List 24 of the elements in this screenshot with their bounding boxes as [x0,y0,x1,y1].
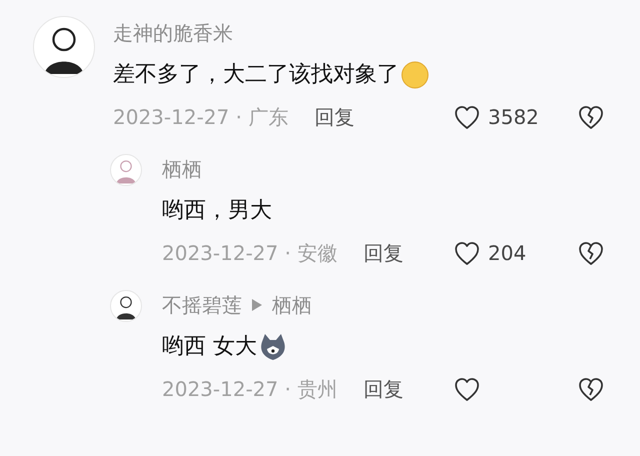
like-count: 3582 [488,107,539,127]
comment-text: 哟西，男大 [162,200,272,222]
avatar[interactable] [110,290,142,322]
comment-text: 哟西 女大 [162,336,257,358]
like-count: 204 [488,243,526,263]
reply-button[interactable]: 回复 [314,107,354,127]
user-name[interactable]: 走神的脆香米 [113,23,233,43]
comment-text: 差不多了，大二了该找对象了 [113,64,399,86]
heart-icon[interactable] [454,376,480,402]
reply-button[interactable]: 回复 [363,379,404,399]
broken-heart-icon[interactable] [578,376,604,402]
comment-meta: 2023-12-27 · 广东 [113,107,288,127]
comment-meta: 2023-12-27 · 贵州 [162,379,338,399]
user-name[interactable]: 不摇碧莲 [162,295,242,315]
comment-meta: 2023-12-27 · 安徽 [162,243,338,263]
heart-icon[interactable] [454,240,480,266]
husky-emoji-icon [258,332,288,362]
user-name[interactable]: 栖栖 [162,159,202,179]
user-name[interactable]: 栖栖 [272,295,312,315]
broken-heart-icon[interactable] [578,240,604,266]
heart-icon[interactable] [454,104,480,130]
reply-button[interactable]: 回复 [363,243,404,263]
play-icon [252,299,262,311]
broken-heart-icon[interactable] [578,104,604,130]
